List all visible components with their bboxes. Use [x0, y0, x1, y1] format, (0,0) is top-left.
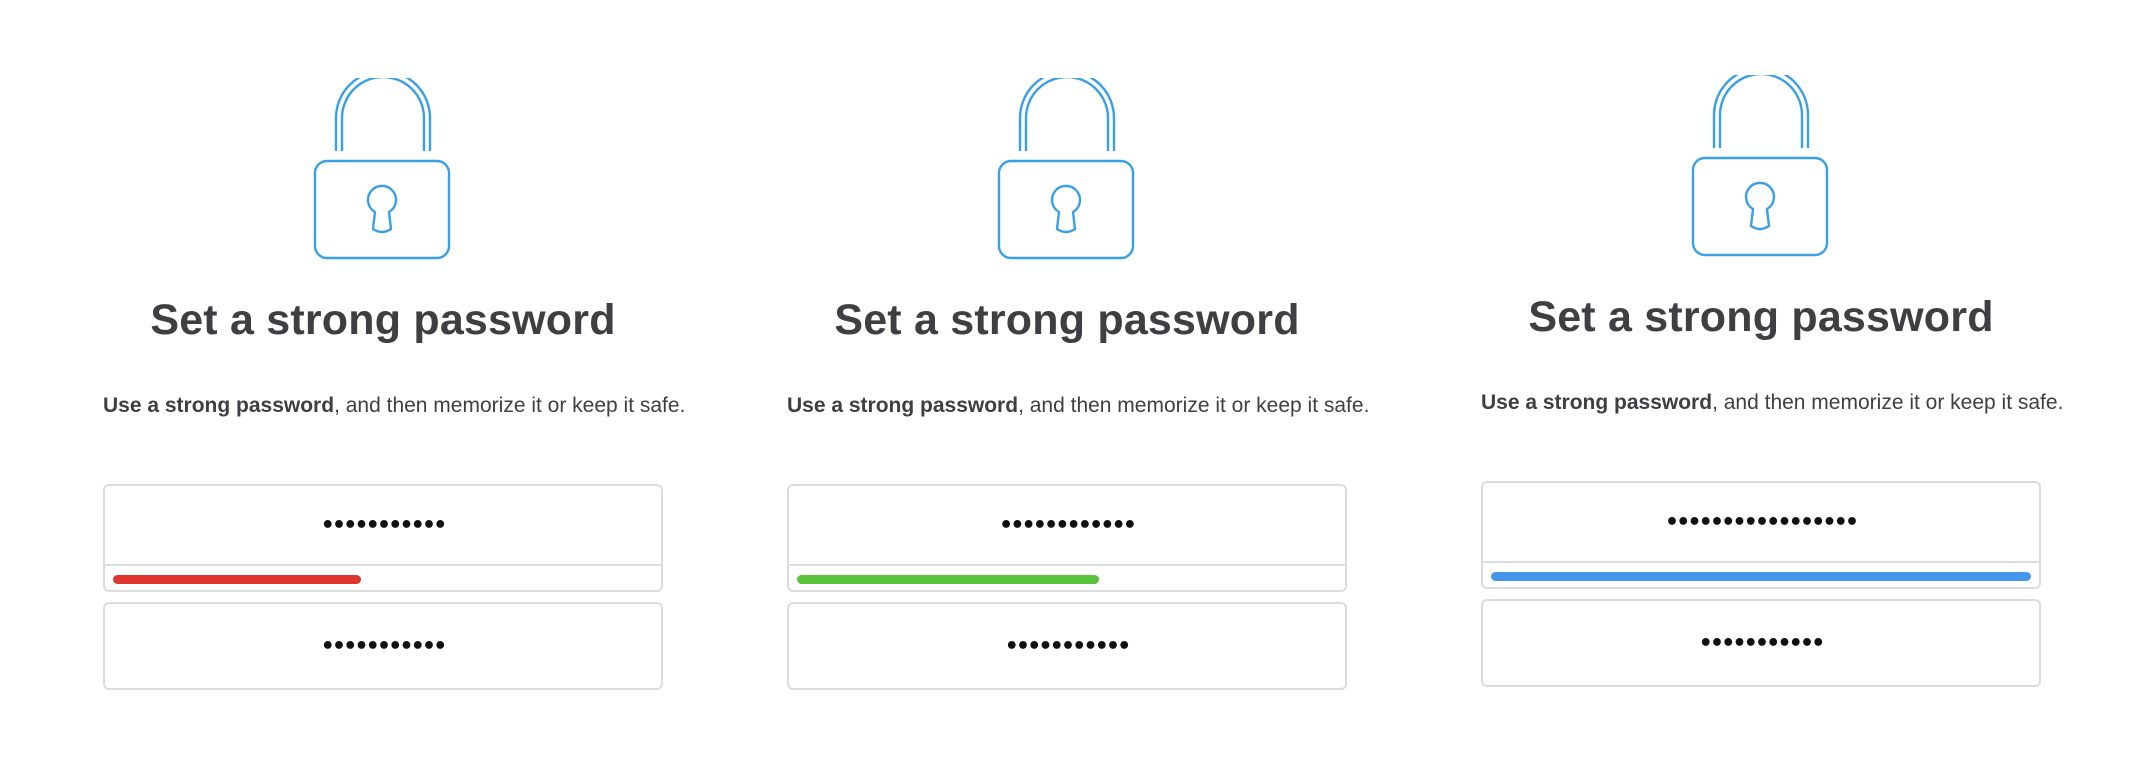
description-text: Use a strong password, and then memorize… [103, 394, 685, 418]
password-masked-value: ••••••••••••••••• [1665, 509, 1858, 535]
strength-meter [1491, 572, 2031, 581]
description-text: Use a strong password, and then memorize… [1481, 391, 2063, 415]
strength-meter-fill [797, 575, 1100, 584]
confirm-password-input[interactable]: ••••••••••• [103, 602, 663, 690]
confirm-masked-value: ••••••••••• [1699, 630, 1825, 656]
page-title: Set a strong password [1528, 293, 1994, 341]
password-masked-value: ••••••••••• [321, 512, 447, 538]
page-title: Set a strong password [834, 296, 1300, 344]
password-input[interactable]: •••••••••••• [789, 486, 1345, 566]
description-bold: Use a strong password [103, 394, 335, 417]
description-bold: Use a strong password [1481, 391, 1713, 414]
page-title: Set a strong password [150, 296, 616, 344]
strength-meter-fill [113, 575, 362, 584]
description-rest: , and then memorize it or keep it safe. [1018, 394, 1370, 417]
password-field-group: ••••••••••• [103, 484, 663, 592]
confirm-password-input[interactable]: ••••••••••• [787, 602, 1347, 690]
description-text: Use a strong password, and then memorize… [787, 394, 1369, 418]
password-field-group: ••••••••••••••••• [1481, 481, 2041, 589]
password-masked-value: •••••••••••• [999, 512, 1137, 538]
strength-meter [797, 575, 1337, 584]
description-bold: Use a strong password [787, 394, 1019, 417]
password-input[interactable]: ••••••••••••••••• [1483, 483, 2039, 563]
confirm-masked-value: ••••••••••• [1005, 633, 1131, 659]
description-rest: , and then memorize it or keep it safe. [334, 394, 686, 417]
padlock-icon [997, 78, 1137, 266]
confirm-password-input[interactable]: ••••••••••• [1481, 599, 2041, 687]
description-rest: , and then memorize it or keep it safe. [1712, 391, 2064, 414]
password-input[interactable]: ••••••••••• [105, 486, 661, 566]
confirm-masked-value: ••••••••••• [321, 633, 447, 659]
password-field-group: •••••••••••• [787, 484, 1347, 592]
strength-meter-fill [1491, 572, 2031, 581]
strength-meter [113, 575, 653, 584]
padlock-icon [1691, 75, 1831, 263]
padlock-icon [313, 78, 453, 266]
